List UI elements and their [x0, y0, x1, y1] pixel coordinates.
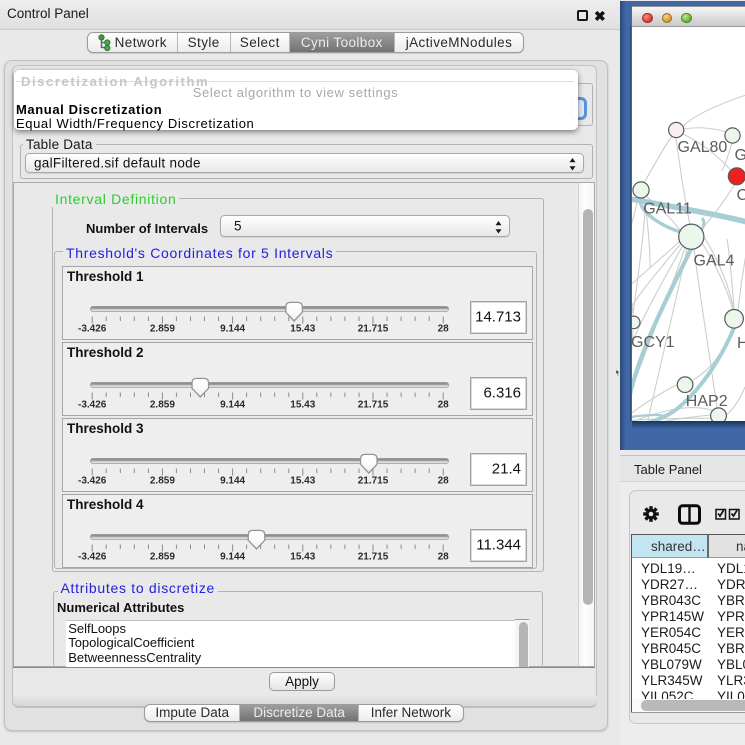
svg-text:GAL4: GAL4 — [693, 253, 734, 270]
svg-text:GAL11: GAL11 — [643, 201, 692, 218]
svg-text:-3.426: -3.426 — [78, 475, 107, 486]
svg-text:9.144: 9.144 — [220, 323, 245, 334]
svg-text:9.144: 9.144 — [220, 399, 245, 410]
svg-text:15.43: 15.43 — [290, 475, 315, 486]
svg-text:21.715: 21.715 — [358, 323, 389, 334]
svg-text:2.859: 2.859 — [150, 399, 175, 410]
svg-text:9.144: 9.144 — [220, 551, 245, 562]
svg-text:21.715: 21.715 — [358, 551, 389, 562]
svg-text:21.715: 21.715 — [358, 475, 389, 486]
svg-text:28: 28 — [438, 475, 450, 486]
svg-text:28: 28 — [438, 551, 450, 562]
svg-text:GCY1: GCY1 — [632, 334, 675, 351]
svg-text:21.715: 21.715 — [358, 399, 389, 410]
svg-text:2.859: 2.859 — [150, 551, 175, 562]
svg-text:28: 28 — [438, 399, 450, 410]
svg-text:H: H — [737, 335, 745, 352]
svg-text:HAP2: HAP2 — [685, 393, 727, 410]
svg-text:15.43: 15.43 — [290, 551, 315, 562]
svg-text:2.859: 2.859 — [150, 475, 175, 486]
svg-text:2.859: 2.859 — [150, 323, 175, 334]
svg-text:C: C — [736, 187, 745, 204]
svg-text:-3.426: -3.426 — [78, 323, 107, 334]
svg-text:GAL80: GAL80 — [677, 139, 727, 156]
svg-text:-3.426: -3.426 — [78, 551, 107, 562]
svg-text:-3.426: -3.426 — [78, 399, 107, 410]
svg-text:15.43: 15.43 — [290, 399, 315, 410]
svg-text:GA: GA — [734, 147, 745, 164]
svg-text:15.43: 15.43 — [290, 323, 315, 334]
svg-text:28: 28 — [438, 323, 450, 334]
svg-text:9.144: 9.144 — [220, 475, 245, 486]
